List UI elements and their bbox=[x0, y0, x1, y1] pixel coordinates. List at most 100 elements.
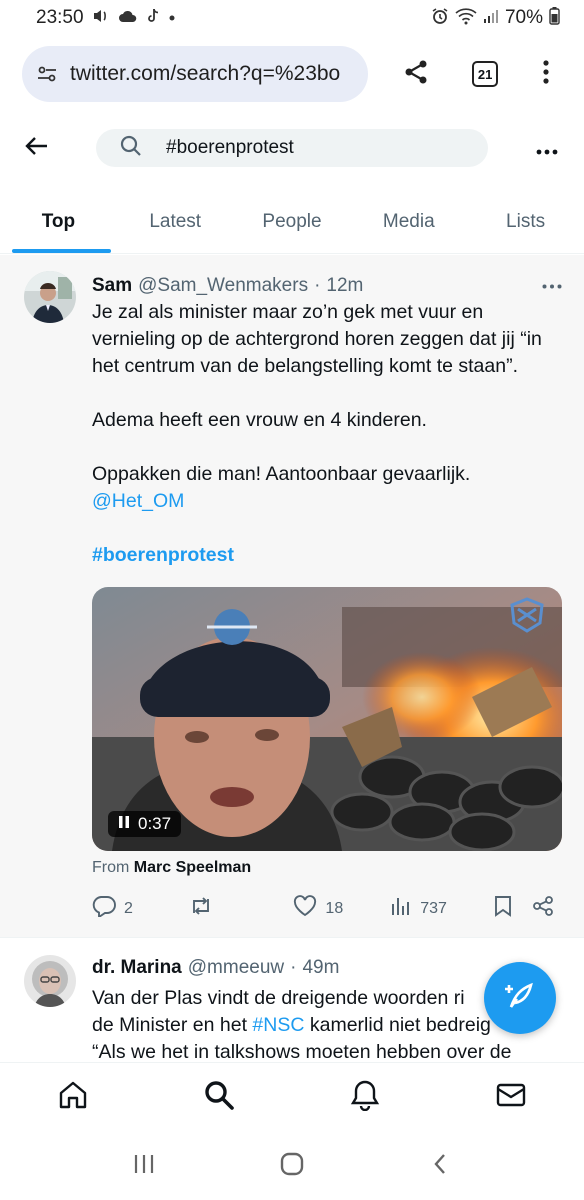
tab-latest[interactable]: Latest bbox=[117, 190, 234, 253]
kebab-menu-icon bbox=[542, 59, 550, 90]
retweet-icon bbox=[189, 895, 213, 922]
avatar[interactable] bbox=[24, 955, 76, 1007]
mail-icon bbox=[495, 1081, 527, 1114]
tweet-header: Sam @Sam_Wenmakers · 12m bbox=[92, 275, 363, 297]
clock: 23:50 bbox=[36, 7, 84, 28]
battery-icon bbox=[549, 6, 560, 30]
search-header: #boerenprotest bbox=[0, 118, 584, 178]
video-source: From Marc Speelman bbox=[92, 859, 251, 877]
from-label: From bbox=[92, 859, 130, 876]
pause-icon bbox=[118, 814, 130, 834]
wifi-icon bbox=[455, 7, 477, 30]
nav-search-button[interactable] bbox=[189, 1068, 249, 1128]
search-icon bbox=[120, 135, 142, 162]
back-system-button[interactable] bbox=[410, 1136, 470, 1196]
retweet-button[interactable] bbox=[189, 895, 294, 922]
like-button[interactable]: 18 bbox=[293, 895, 390, 922]
tweet-paragraph: Je zal als minister maar zo’n gek met vu… bbox=[92, 301, 542, 377]
search-input[interactable]: #boerenprotest bbox=[96, 129, 488, 167]
tweet[interactable]: Sam @Sam_Wenmakers · 12m Je zal als mini… bbox=[0, 255, 584, 938]
compose-feather-icon bbox=[503, 979, 537, 1018]
system-navigation-bar bbox=[0, 1132, 584, 1200]
bookmark-button[interactable] bbox=[493, 895, 533, 922]
bell-icon bbox=[350, 1079, 380, 1116]
tab-count: 21 bbox=[472, 61, 499, 87]
recents-icon bbox=[132, 1153, 156, 1180]
cloud-icon bbox=[118, 9, 138, 28]
tweet-line: “Als we het in talkshows moeten hebben o… bbox=[92, 1041, 512, 1063]
reply-icon bbox=[92, 895, 116, 922]
share-icon bbox=[402, 58, 430, 91]
timestamp[interactable]: 49m bbox=[302, 957, 339, 979]
separator: · bbox=[314, 275, 321, 296]
author-name[interactable]: Sam bbox=[92, 275, 132, 297]
alarm-icon bbox=[431, 7, 449, 30]
search-icon bbox=[203, 1079, 235, 1116]
tab-lists[interactable]: Lists bbox=[467, 190, 584, 253]
avatar[interactable] bbox=[24, 271, 76, 323]
bookmark-icon bbox=[493, 895, 513, 922]
tweet-text: Je zal als minister maar zo’n gek met vu… bbox=[92, 299, 572, 569]
share-tweet-button[interactable] bbox=[532, 895, 562, 922]
browser-menu-button[interactable] bbox=[525, 52, 568, 96]
hashtag-link[interactable]: #boerenprotest bbox=[92, 544, 234, 566]
tweet-actions: 2 18 737 bbox=[92, 895, 562, 922]
tweet-line-text: de Minister en het bbox=[92, 1014, 253, 1036]
signal-icon bbox=[483, 8, 499, 29]
heart-icon bbox=[293, 895, 317, 922]
tab-switcher-button[interactable]: 21 bbox=[464, 52, 507, 96]
tab-top[interactable]: Top bbox=[0, 190, 117, 253]
author-name[interactable]: dr. Marina bbox=[92, 957, 182, 979]
author-handle[interactable]: @Sam_Wenmakers bbox=[138, 275, 308, 297]
ellipsis-icon bbox=[542, 273, 562, 293]
home-icon bbox=[57, 1079, 89, 1116]
tab-media[interactable]: Media bbox=[350, 190, 467, 253]
tiktok-icon bbox=[146, 8, 160, 29]
video-duration: 0:37 bbox=[138, 814, 172, 833]
author-handle[interactable]: @mmeeuw bbox=[188, 957, 284, 979]
url-text[interactable]: twitter.com/search?q=%23bo bbox=[70, 62, 340, 86]
bottom-navigation bbox=[0, 1062, 584, 1132]
chevron-left-icon bbox=[431, 1152, 449, 1181]
address-bar[interactable]: twitter.com/search?q=%23bo bbox=[22, 46, 369, 102]
volume-icon bbox=[92, 8, 110, 29]
back-button[interactable] bbox=[20, 131, 54, 165]
tweet-paragraph: Adema heeft een vrouw en 4 kinderen. bbox=[92, 409, 427, 431]
dot-icon bbox=[168, 9, 176, 27]
like-count: 18 bbox=[325, 899, 344, 917]
search-tabs: Top Latest People Media Lists bbox=[0, 190, 584, 254]
more-options-button[interactable] bbox=[530, 131, 564, 165]
tab-people[interactable]: People bbox=[234, 190, 351, 253]
compose-tweet-button[interactable] bbox=[484, 962, 556, 1034]
share-button[interactable] bbox=[394, 52, 437, 96]
search-query: #boerenprotest bbox=[166, 137, 294, 158]
video-duration-badge[interactable]: 0:37 bbox=[108, 811, 182, 837]
tweet-line-text: kamerlid niet bedreig bbox=[304, 1014, 491, 1036]
tweet-more-button[interactable] bbox=[542, 273, 562, 294]
nav-notifications-button[interactable] bbox=[335, 1068, 395, 1128]
tweet-video[interactable]: 0:37 bbox=[92, 587, 562, 851]
reply-count: 2 bbox=[124, 899, 133, 917]
nav-home-button[interactable] bbox=[43, 1068, 103, 1128]
status-bar: 23:50 70% bbox=[0, 0, 584, 36]
nav-messages-button[interactable] bbox=[481, 1068, 541, 1128]
source-account[interactable]: Marc Speelman bbox=[134, 859, 251, 876]
battery-percent: 70% bbox=[504, 7, 543, 28]
ellipsis-icon bbox=[536, 135, 558, 161]
site-settings-icon[interactable] bbox=[36, 63, 58, 85]
tweet-header: dr. Marina @mmeeuw · 49m bbox=[92, 957, 339, 979]
home-circle-icon bbox=[279, 1151, 305, 1182]
home-system-button[interactable] bbox=[262, 1136, 322, 1196]
views-button[interactable]: 737 bbox=[390, 895, 493, 922]
separator: · bbox=[290, 957, 297, 978]
browser-toolbar: twitter.com/search?q=%23bo 21 bbox=[0, 38, 584, 110]
view-count: 737 bbox=[420, 899, 447, 917]
recent-apps-button[interactable] bbox=[114, 1136, 174, 1196]
timestamp[interactable]: 12m bbox=[326, 275, 363, 297]
mention-link[interactable]: @Het_OM bbox=[92, 490, 184, 512]
analytics-icon bbox=[390, 895, 412, 922]
hashtag-link[interactable]: #NSC bbox=[252, 1014, 304, 1036]
share-icon bbox=[532, 895, 554, 922]
reply-button[interactable]: 2 bbox=[92, 895, 189, 922]
arrow-left-icon bbox=[25, 136, 49, 161]
